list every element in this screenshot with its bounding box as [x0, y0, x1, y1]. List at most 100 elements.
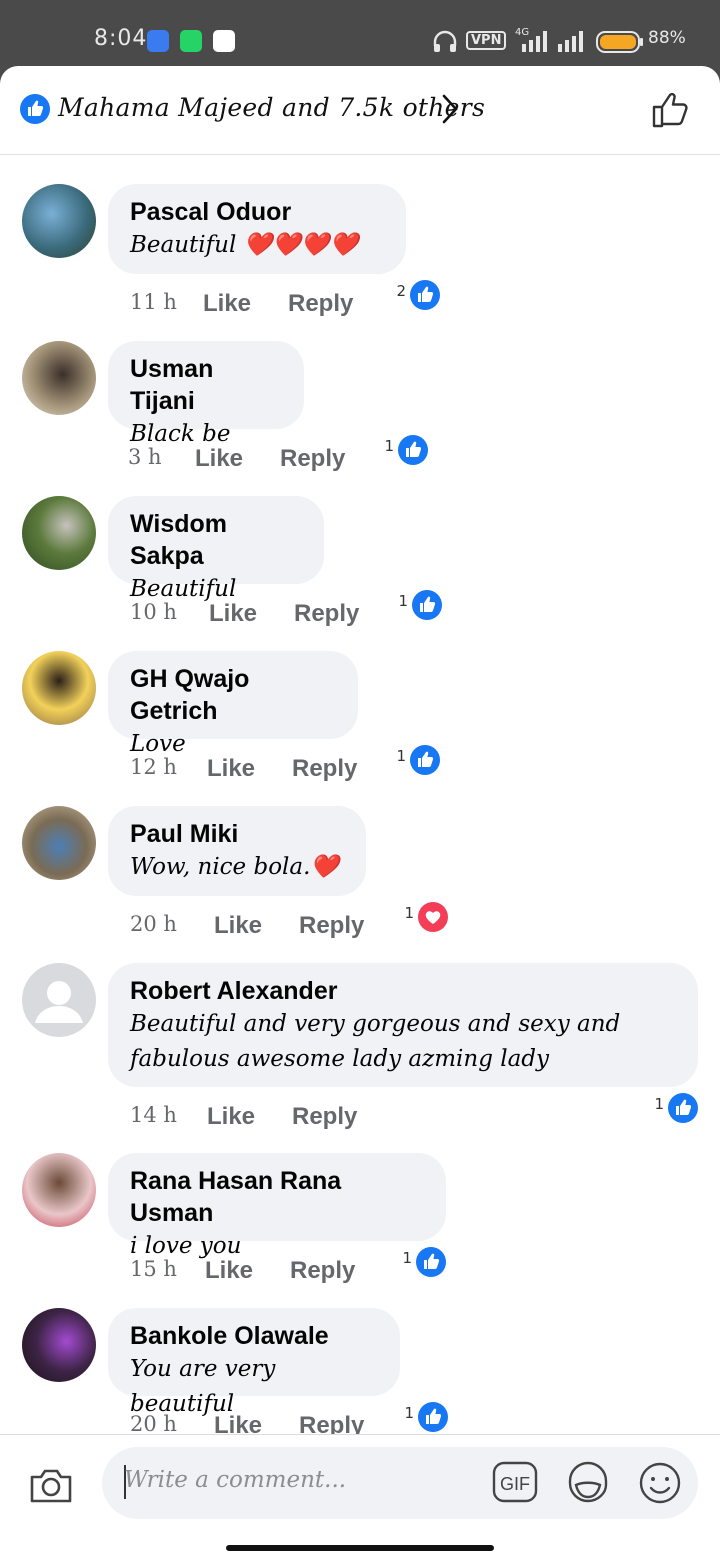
avatar[interactable] — [22, 341, 96, 415]
reply-button[interactable]: Reply — [280, 445, 345, 473]
comment-input[interactable]: Write a comment... GIF — [102, 1447, 698, 1519]
comment-time: 11 h — [130, 290, 177, 314]
reaction-summary[interactable]: 1 — [382, 590, 442, 620]
whatsapp-notification-icon — [180, 30, 202, 52]
comments-sheet: Mahama Majeed and 7.5k others Pascal Odu… — [0, 66, 720, 1560]
comment-author[interactable]: Paul Miki — [130, 818, 344, 850]
reply-button[interactable]: Reply — [294, 600, 359, 628]
comment-placeholder: Write a comment... — [124, 1467, 347, 1493]
emoji-icon[interactable] — [638, 1461, 682, 1505]
comment-bubble[interactable]: Paul Miki Wow, nice bola.❤️ — [108, 806, 366, 896]
comment-time: 3 h — [128, 445, 162, 469]
messages-notification-icon — [147, 30, 169, 52]
reaction-summary[interactable]: 1 — [368, 435, 428, 465]
like-button[interactable]: Like — [205, 1257, 253, 1285]
shield-notification-icon — [213, 30, 235, 52]
comment-author[interactable]: GH Qwajo Getrich — [130, 663, 336, 727]
comment-time: 12 h — [130, 755, 177, 779]
reaction-count: 1 — [404, 1404, 414, 1422]
comment-author[interactable]: Pascal Oduor — [130, 196, 384, 228]
comment-author[interactable]: Bankole Olawale — [130, 1320, 378, 1352]
reaction-summary[interactable]: 2 — [380, 280, 440, 310]
default-avatar-icon — [35, 981, 83, 1023]
comment-bubble[interactable]: Robert Alexander Beautiful and very gorg… — [108, 963, 698, 1087]
avatar[interactable] — [22, 651, 96, 725]
signal-icon — [522, 31, 547, 52]
status-time: 8:04 — [94, 26, 148, 51]
like-icon — [20, 94, 50, 124]
likes-summary[interactable]: Mahama Majeed and 7.5k others — [58, 93, 485, 122]
like-icon — [418, 1402, 448, 1432]
comment-time: 20 h — [130, 1412, 177, 1436]
camera-icon[interactable] — [28, 1465, 74, 1505]
reply-button[interactable]: Reply — [288, 290, 353, 318]
comment-time: 15 h — [130, 1257, 177, 1281]
gif-icon[interactable]: GIF — [492, 1461, 538, 1503]
comment-time: 10 h — [130, 600, 177, 624]
like-icon — [410, 745, 440, 775]
reply-button[interactable]: Reply — [299, 912, 364, 940]
avatar[interactable] — [22, 1153, 96, 1227]
like-button[interactable]: Like — [207, 755, 255, 783]
like-icon — [416, 1247, 446, 1277]
reaction-count: 1 — [402, 1249, 412, 1267]
avatar[interactable] — [22, 963, 96, 1037]
like-icon — [398, 435, 428, 465]
comment-text: Beautiful and very gorgeous and sexy and… — [130, 1011, 621, 1072]
thumbs-up-outline-icon[interactable] — [650, 90, 692, 130]
like-button[interactable]: Like — [195, 445, 243, 473]
comment-bubble[interactable]: Usman Tijani Black be — [108, 341, 304, 447]
love-icon — [418, 902, 448, 932]
reaction-count: 1 — [404, 904, 414, 922]
headset-icon — [433, 30, 457, 52]
signal-icon-2 — [558, 31, 583, 52]
comment-bubble[interactable]: Bankole Olawale You are very beautiful — [108, 1308, 400, 1417]
avatar[interactable] — [22, 496, 96, 570]
reaction-summary[interactable]: 1 — [386, 1247, 446, 1277]
comment-composer: Write a comment... GIF — [0, 1434, 720, 1560]
reaction-count: 1 — [396, 747, 406, 765]
comment-time: 14 h — [130, 1103, 177, 1127]
comment-author[interactable]: Rana Hasan Rana Usman — [130, 1165, 424, 1229]
reaction-count: 1 — [398, 592, 408, 610]
comment-bubble[interactable]: Wisdom Sakpa Beautiful — [108, 496, 324, 602]
reaction-summary[interactable]: 1 — [380, 745, 440, 775]
comment-bubble[interactable]: Pascal Oduor Beautiful ❤️❤️❤️❤️ — [108, 184, 406, 274]
comment-author[interactable]: Usman Tijani — [130, 353, 282, 417]
reaction-count: 2 — [396, 282, 406, 300]
reply-button[interactable]: Reply — [292, 1103, 357, 1131]
avatar[interactable] — [22, 1308, 96, 1382]
like-icon — [410, 280, 440, 310]
like-button[interactable]: Like — [203, 290, 251, 318]
chevron-right-icon[interactable] — [438, 92, 462, 126]
like-icon — [412, 590, 442, 620]
like-button[interactable]: Like — [209, 600, 257, 628]
like-icon — [668, 1093, 698, 1123]
comment-bubble[interactable]: Rana Hasan Rana Usman i love you — [108, 1153, 446, 1259]
comment-text: Beautiful ❤️❤️❤️❤️ — [130, 232, 359, 258]
battery-level: 88% — [648, 28, 686, 48]
comment-author[interactable]: Wisdom Sakpa — [130, 508, 302, 572]
reaction-summary[interactable]: 1 — [388, 902, 448, 932]
svg-text:GIF: GIF — [500, 1474, 530, 1494]
reaction-count: 1 — [654, 1095, 664, 1113]
reaction-summary[interactable]: 1 — [638, 1093, 698, 1123]
battery-icon — [596, 31, 643, 53]
reaction-count: 1 — [384, 437, 394, 455]
comment-text: Wow, nice bola.❤️ — [130, 854, 340, 880]
reply-button[interactable]: Reply — [290, 1257, 355, 1285]
reactions-header[interactable]: Mahama Majeed and 7.5k others — [0, 66, 720, 155]
like-button[interactable]: Like — [214, 912, 262, 940]
vpn-indicator: VPN — [466, 31, 507, 50]
avatar[interactable] — [22, 806, 96, 880]
reaction-summary[interactable]: 1 — [388, 1402, 448, 1432]
home-indicator[interactable] — [226, 1545, 494, 1551]
like-button[interactable]: Like — [207, 1103, 255, 1131]
reply-button[interactable]: Reply — [292, 755, 357, 783]
status-bar: 8:04 VPN 4G 88% — [0, 0, 720, 68]
sticker-icon[interactable] — [564, 1459, 612, 1505]
comment-bubble[interactable]: GH Qwajo Getrich Love — [108, 651, 358, 757]
comment-author[interactable]: Robert Alexander — [130, 975, 676, 1007]
comment-time: 20 h — [130, 912, 177, 936]
avatar[interactable] — [22, 184, 96, 258]
